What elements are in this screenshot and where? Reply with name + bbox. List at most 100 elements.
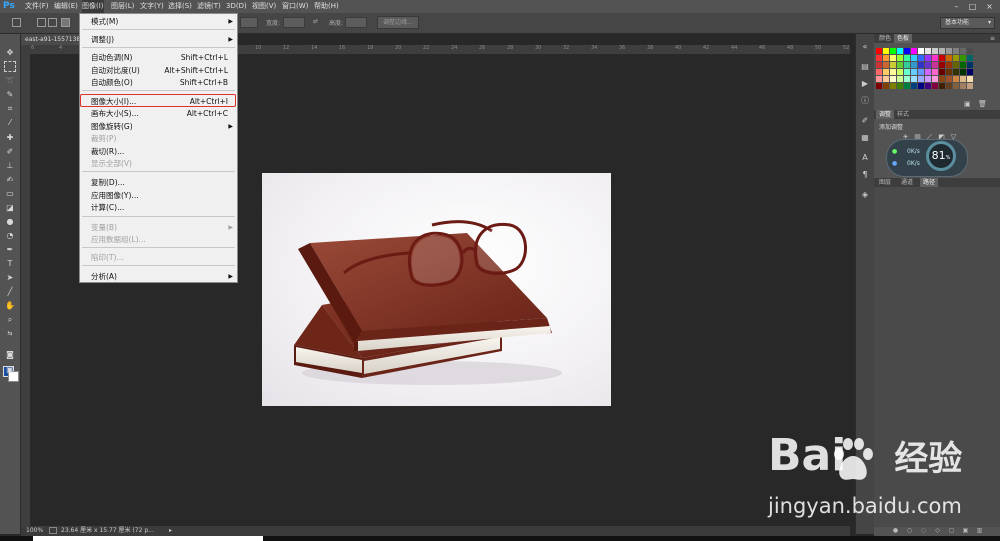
color-swatch[interactable] (946, 69, 952, 75)
menu-7[interactable]: 3D(D) (226, 0, 247, 13)
zoom-tool-icon[interactable]: ⌕ (4, 314, 16, 325)
color-swatch[interactable] (918, 83, 924, 89)
add-mask-icon[interactable]: ▢ (948, 528, 955, 534)
color-swatch[interactable] (904, 48, 910, 54)
zoom-level[interactable]: 100% (26, 526, 43, 536)
color-swatch[interactable] (925, 69, 931, 75)
color-swatch[interactable] (939, 62, 945, 68)
color-swatch[interactable] (883, 69, 889, 75)
menu-item-6[interactable]: 画布大小(S)... Alt+Ctrl+C (80, 108, 237, 120)
menu-item-11[interactable]: 复制(D)... (80, 177, 237, 189)
color-swatch[interactable] (918, 62, 924, 68)
tab-paths[interactable]: 路径 (920, 178, 939, 187)
blur-tool-icon[interactable]: ● (4, 216, 16, 227)
color-swatch[interactable] (932, 62, 938, 68)
taskbar-item[interactable] (33, 536, 263, 541)
color-swatch[interactable] (960, 48, 966, 54)
subtract-selection-icon[interactable] (61, 18, 70, 27)
color-swatch[interactable] (911, 62, 917, 68)
color-swatch[interactable] (932, 69, 938, 75)
info-circle-icon[interactable]: ⓘ (860, 96, 870, 106)
menu-6[interactable]: 滤镜(T) (197, 0, 221, 13)
menu-item-4[interactable]: 自动颜色(O) Shift+Ctrl+B (80, 77, 237, 89)
menu-item-3[interactable]: 自动对比度(U) Alt+Shift+Ctrl+L (80, 65, 237, 77)
menu-8[interactable]: 视图(V) (252, 0, 276, 13)
color-swatch[interactable] (904, 69, 910, 75)
color-swatch[interactable] (932, 76, 938, 82)
color-swatch[interactable] (897, 55, 903, 61)
menu-3[interactable]: 图层(L) (111, 0, 134, 13)
color-swatch[interactable] (946, 62, 952, 68)
character-panel-icon[interactable]: A (860, 153, 870, 163)
history-panel-icon[interactable]: ▤ (860, 62, 870, 72)
menu-item-9[interactable]: 裁切(R)... (80, 146, 237, 158)
type-tool-icon[interactable]: T (4, 258, 16, 269)
color-swatch[interactable] (953, 76, 959, 82)
color-swatch[interactable] (932, 83, 938, 89)
color-swatch[interactable] (897, 76, 903, 82)
line-tool-icon[interactable]: ╱ (4, 286, 16, 297)
crop-tool-icon[interactable]: ⌗ (4, 103, 16, 114)
stroke-path-icon[interactable]: ○ (906, 528, 913, 534)
tab-layers[interactable]: 图层 (876, 178, 894, 187)
color-swatch[interactable] (946, 76, 952, 82)
hand-tool-icon[interactable]: ✋ (4, 300, 16, 311)
brush-panel-icon[interactable]: ✐ (860, 116, 870, 126)
color-swatch[interactable] (967, 69, 973, 75)
color-swatch[interactable] (904, 76, 910, 82)
color-swatch[interactable] (918, 69, 924, 75)
color-swatch[interactable] (876, 69, 882, 75)
color-swatch[interactable] (876, 76, 882, 82)
color-swatch[interactable] (897, 48, 903, 54)
healing-brush-tool-icon[interactable]: ✚ (4, 132, 16, 143)
color-swatch[interactable] (939, 69, 945, 75)
eyedropper-tool-icon[interactable]: ⁄ (4, 117, 16, 128)
color-swatch[interactable] (911, 69, 917, 75)
color-swatch[interactable] (883, 48, 889, 54)
delete-swatch-icon[interactable]: 🗑 (978, 100, 987, 108)
menu-2[interactable]: 图像(I) (82, 0, 104, 13)
color-swatch[interactable] (967, 55, 973, 61)
dodge-tool-icon[interactable]: ◔ (4, 230, 16, 241)
color-swatch[interactable] (890, 62, 896, 68)
height-field[interactable] (345, 17, 367, 28)
color-swatch[interactable] (883, 83, 889, 89)
style-select[interactable] (240, 17, 258, 28)
document-info[interactable]: 23.64 厘米 x 15.77 厘米 (72 p... (61, 526, 154, 536)
color-swatch[interactable] (890, 83, 896, 89)
status-arrow-icon[interactable]: ▸ (169, 526, 172, 536)
new-swatch-icon[interactable]: ▣ (964, 100, 971, 108)
history-brush-tool-icon[interactable]: ✍ (4, 174, 16, 185)
menu-5[interactable]: 选择(S) (168, 0, 192, 13)
collapse-icon[interactable]: « (860, 42, 870, 52)
color-swatch[interactable] (918, 55, 924, 61)
menu-4[interactable]: 文字(Y) (140, 0, 164, 13)
color-swatch[interactable] (946, 48, 952, 54)
color-swatch[interactable] (883, 76, 889, 82)
color-swatch[interactable] (953, 83, 959, 89)
tab-color[interactable]: 颜色 (876, 34, 894, 43)
menu-item-12[interactable]: 应用图像(Y)... (80, 190, 237, 202)
color-swatch[interactable] (904, 62, 910, 68)
color-swatch[interactable] (883, 55, 889, 61)
tab-channels[interactable]: 通道 (898, 178, 916, 187)
color-swatch[interactable] (967, 83, 973, 89)
color-swatch[interactable] (890, 55, 896, 61)
document-image[interactable] (262, 173, 611, 406)
delete-path-icon[interactable]: ▥ (976, 528, 983, 534)
color-swatch[interactable] (939, 76, 945, 82)
paragraph-panel-icon[interactable]: ¶ (860, 170, 870, 180)
color-swatch[interactable] (967, 76, 973, 82)
color-swatch[interactable] (876, 83, 882, 89)
make-path-icon[interactable]: ◇ (934, 528, 941, 534)
menu-0[interactable]: 文件(F) (25, 0, 49, 13)
document-tab[interactable]: east-a91-1557138 (21, 34, 83, 45)
new-selection-icon[interactable] (37, 18, 46, 27)
brush-tool-icon[interactable]: ✐ (4, 146, 16, 157)
color-swatch[interactable] (890, 69, 896, 75)
new-path-icon[interactable]: ▣ (962, 528, 969, 534)
color-swatch[interactable] (876, 55, 882, 61)
quick-select-tool-icon[interactable]: ✎ (4, 89, 16, 100)
refine-edge-button[interactable]: 调整边缘... (377, 16, 419, 29)
menu-1[interactable]: 编辑(E) (54, 0, 78, 13)
